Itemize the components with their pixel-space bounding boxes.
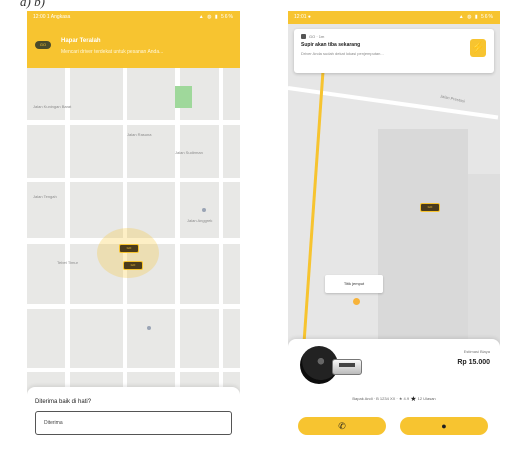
answer-input[interactable]: Diterima [35,411,232,435]
map-label: Tebet Timur [57,260,78,265]
status-icons: ▲ ◍ ▮ 56% [198,14,234,20]
review-count: 12 Ulasan [417,396,436,401]
sheet-question: Diterima baik di hati? [35,399,92,405]
map-label: Jalan Sudirman [175,150,203,155]
notification-app: GO · 1m [309,34,325,39]
car-marker-icon[interactable]: GO [123,261,143,270]
status-bar: 12:01 ● ▲ ◍ ▮ 56% [288,11,500,24]
car-marker-icon[interactable]: GO [420,203,440,212]
order-notification[interactable]: GO Hapar Teralah Mencari driver terdekat… [27,24,240,68]
trip-price: Rp 15.000 [457,359,490,366]
notification-subtitle: Mencari driver terdekat untuk pesanan An… [61,49,164,55]
map-label: Jalan Tengah [33,194,57,199]
status-bar: 12:00 1 Angkasa ▲ ◍ ▮ 56% [27,11,240,24]
street-label: Jalan Prestasi [439,93,466,104]
poi-icon [147,326,151,330]
search-radius [97,228,159,278]
car-image [332,359,362,375]
arrival-notification[interactable]: GO · 1m Supir akan tiba sekarang Driver … [294,29,494,73]
notification-title: Hapar Teralah [61,38,101,44]
driver-card: Estimasi Biaya Rp 15.000 Bapak Andi · B … [288,339,500,449]
map-label: Jalan Anggrek [187,218,213,223]
route-line [301,63,325,354]
lightning-logo-icon: ⚡ [470,39,486,57]
phone-right: 12:01 ● ▲ ◍ ▮ 56% Jalan Prestasi GO GO ·… [288,11,500,449]
map-label: Jalan Kuningan Barat [33,104,72,109]
car-marker-icon[interactable]: GO [119,244,139,253]
figure-caption: a) b) [20,0,45,9]
notification-title: Supir akan tiba sekarang [301,42,361,48]
app-badge-icon: GO [35,41,51,49]
pickup-callout[interactable]: Titik jemput [325,275,383,293]
pickup-pin-icon[interactable] [353,298,360,305]
map-label: Jalan Rasuna [127,132,152,137]
driver-info-row: Bapak Andi · B 1234 XX · ★ 4.9 ★ 12 Ulas… [288,395,500,403]
call-button[interactable]: ✆ [298,417,386,435]
notification-subtitle: Driver Anda sudah dekat lokasi penjemput… [301,51,384,56]
price-label: Estimasi Biaya [463,349,490,354]
status-time: 12:01 ● [294,14,311,20]
star-icon: ★ [410,396,417,403]
chat-button[interactable]: ● [400,417,488,435]
bottom-sheet: Diterima baik di hati? Diterima [27,387,240,449]
driver-info: Bapak Andi · B 1234 XX · ★ 4.9 [352,396,410,401]
park-area [175,86,192,108]
phone-icon: ✆ [338,421,346,431]
status-icons: ▲ ◍ ▮ 56% [458,14,494,20]
phone-left: 12:00 1 Angkasa ▲ ◍ ▮ 56% GO Hapar Teral… [27,11,240,449]
app-icon [301,34,306,39]
poi-icon [202,208,206,212]
status-time: 12:00 1 Angkasa [33,14,71,20]
chat-icon: ● [441,421,447,431]
